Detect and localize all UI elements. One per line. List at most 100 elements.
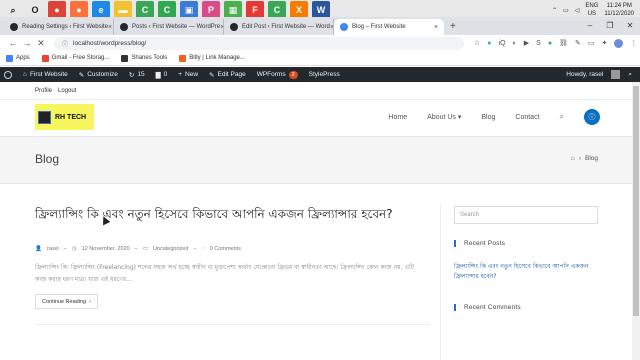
bookmark-favicon-icon <box>179 54 187 62</box>
profile-link[interactable]: Profile <box>35 88 52 94</box>
wpforms-label: WPForms <box>256 71 286 78</box>
nav-home[interactable]: Home <box>388 114 407 121</box>
bookmark-item[interactable]: Apps <box>6 54 30 62</box>
stylepress-menu[interactable]: StylePress <box>309 71 340 78</box>
network-icon[interactable]: ▭ <box>563 7 569 14</box>
minimize-button[interactable]: – <box>580 17 600 35</box>
post-title[interactable]: ফ্রিল্যান্সিং কি এবং নতুন হিসেবে কিভাবে … <box>35 206 405 223</box>
user-avatar[interactable] <box>611 70 621 79</box>
site-name-menu[interactable]: ⌂ First Website <box>23 71 68 78</box>
breadcrumb-home-icon[interactable]: ⌂ <box>571 155 575 162</box>
sidebar-search-input[interactable]: Search <box>454 206 598 224</box>
wpforms-menu[interactable]: WPForms 2 <box>256 70 298 79</box>
comment-icon: ▇ <box>155 71 161 79</box>
site-info-icon[interactable]: ⓘ <box>62 39 68 48</box>
recent-comments-title: Recent Comments <box>454 304 521 311</box>
main-content: ফ্রিল্যান্সিং কি এবং নতুন হিসেবে কিভাবে … <box>0 184 632 360</box>
recent-post-link[interactable]: ফ্রিল্যান্সিং কি এবং নতুন হিসেবে কিভাবে … <box>454 262 604 282</box>
browser-tab[interactable]: Edit Post ‹ First Website — Word × <box>224 19 334 35</box>
address-bar[interactable]: ⓘ localhost/wordpress/blog/ <box>54 36 464 50</box>
language-indicator[interactable]: ENG US <box>585 2 598 18</box>
logo-text: RH TECH <box>55 113 87 121</box>
logout-link[interactable]: Logout <box>58 88 76 94</box>
bookmark-favicon-icon <box>41 54 49 62</box>
edit-page-link[interactable]: ✎ Edit Page <box>209 71 246 79</box>
cast-icon[interactable]: ▭ <box>588 39 595 47</box>
tray-up-arrow-icon[interactable]: ⌃ <box>552 7 557 14</box>
comments-link[interactable]: ▇ 0 <box>156 71 168 79</box>
grammarly-icon[interactable]: ● <box>487 40 491 47</box>
new-content-menu[interactable]: + New <box>178 71 198 78</box>
plus-icon: + <box>178 71 183 78</box>
wp-account-area: Howdy, rasel ⌕ <box>566 67 632 82</box>
author-icon: 👤 <box>35 246 42 252</box>
admin-search-icon[interactable]: ⌕ <box>628 71 632 79</box>
post-meta: 👤 rasel – ◷ 12 November, 2020 – ▭ Uncate… <box>35 246 241 252</box>
profile-avatar[interactable] <box>614 38 624 48</box>
menu-dots-icon[interactable]: ⋮ <box>630 39 637 47</box>
extensions-area: ☆ ● iQ ◐ ▶ S ● ⛓ ✎ ▭ ✦ ⋮ <box>474 38 637 48</box>
post-date: 12 November, 2020 <box>81 246 130 252</box>
stop-loading-button[interactable]: ✕ <box>34 38 48 49</box>
updates-link[interactable]: ↻ 15 <box>129 71 145 79</box>
recent-posts-title: Recent Posts <box>454 240 505 247</box>
nav-contact[interactable]: Contact <box>515 114 539 121</box>
vidiq-icon[interactable]: iQ <box>499 40 506 47</box>
customize-link[interactable]: ✎ Customize <box>79 71 118 79</box>
clock[interactable]: 11:24 PM 11/12/2020 <box>604 2 634 18</box>
bookmark-item[interactable]: Shanes Tools <box>121 54 167 62</box>
nav-blog[interactable]: Blog <box>481 114 495 121</box>
post-author[interactable]: rasel <box>47 246 59 252</box>
eyedropper-icon[interactable]: ✎ <box>575 39 581 47</box>
extension-icon[interactable]: ◐ <box>513 40 517 47</box>
browser-tab[interactable]: Blog – First Website × <box>334 19 444 35</box>
tab-close-icon[interactable]: × <box>108 24 112 31</box>
tab-label: Blog – First Website <box>352 24 406 30</box>
new-tab-button[interactable]: + <box>444 19 462 35</box>
clock-time: 11:24 PM <box>606 3 632 9</box>
nav-about-us[interactable]: About Us ▾ <box>427 113 461 121</box>
nav-about-us-label: About Us <box>427 114 456 121</box>
refresh-icon: ↻ <box>128 71 135 79</box>
bookmark-item[interactable]: Bitly | Link Manage... <box>179 54 245 62</box>
page-scrollbar[interactable] <box>632 82 640 360</box>
link-icon[interactable]: ⛓ <box>559 39 568 47</box>
extension-green-icon[interactable]: ● <box>548 40 552 47</box>
content-divider <box>35 324 430 325</box>
language-label: ENG <box>585 3 599 9</box>
url-text: localhost/wordpress/blog/ <box>73 39 147 47</box>
chevron-down-icon: ▾ <box>457 114 462 121</box>
site-logo[interactable]: RH TECH <box>35 104 94 130</box>
post-category[interactable]: Uncategorized <box>153 246 188 252</box>
volume-icon[interactable]: ◁ <box>575 7 580 14</box>
bookmark-star-icon[interactable]: ☆ <box>474 39 480 47</box>
maximize-button[interactable]: ❐ <box>600 17 620 35</box>
header-search-icon[interactable]: ⌕ <box>560 112 564 122</box>
breadcrumb-separator-icon: › <box>578 155 581 162</box>
continue-reading-button[interactable]: Continue Reading › <box>35 294 98 309</box>
howdy-user-menu[interactable]: Howdy, rasel <box>566 71 603 78</box>
wp-logo-menu[interactable] <box>4 70 12 79</box>
bookmark-item[interactable]: Gmail - Free Storag... <box>41 54 109 62</box>
tubebuddy-icon[interactable]: ▶ <box>524 39 529 47</box>
back-button[interactable]: ← <box>6 38 20 48</box>
header-info-button[interactable]: ⓘ <box>584 109 600 125</box>
tab-label: Edit Post ‹ First Website — Word <box>242 24 330 30</box>
folder-icon: ▭ <box>142 246 148 252</box>
tab-label: Posts ‹ First Website — WordPre <box>132 24 221 30</box>
scrollbar-thumb[interactable] <box>633 86 639 316</box>
system-tray: ⌃ ▭ ◁ ENG US 11:24 PM 11/12/2020 <box>552 2 634 18</box>
tab-close-icon[interactable]: × <box>434 24 438 31</box>
seo-icon[interactable]: S <box>536 40 541 47</box>
browser-tab[interactable]: Posts ‹ First Website — WordPre × <box>114 19 224 35</box>
bookmarks-bar: Apps Gmail - Free Storag... Shanes Tools Bi… <box>0 51 640 66</box>
updates-count: 15 <box>137 71 145 78</box>
bookmark-favicon-icon <box>6 54 13 62</box>
post-comments[interactable]: 0 Comments <box>210 246 241 252</box>
browser-tab[interactable]: Reading Settings ‹ First Website × <box>4 19 114 35</box>
close-window-button[interactable]: ✕ <box>620 17 640 35</box>
browser-toolbar: ← → ✕ ⓘ localhost/wordpress/blog/ ☆ ● iQ… <box>0 35 640 51</box>
forward-button[interactable]: → <box>20 38 34 48</box>
wpforms-badge: 2 <box>288 70 298 79</box>
puzzle-icon[interactable]: ✦ <box>601 39 607 47</box>
